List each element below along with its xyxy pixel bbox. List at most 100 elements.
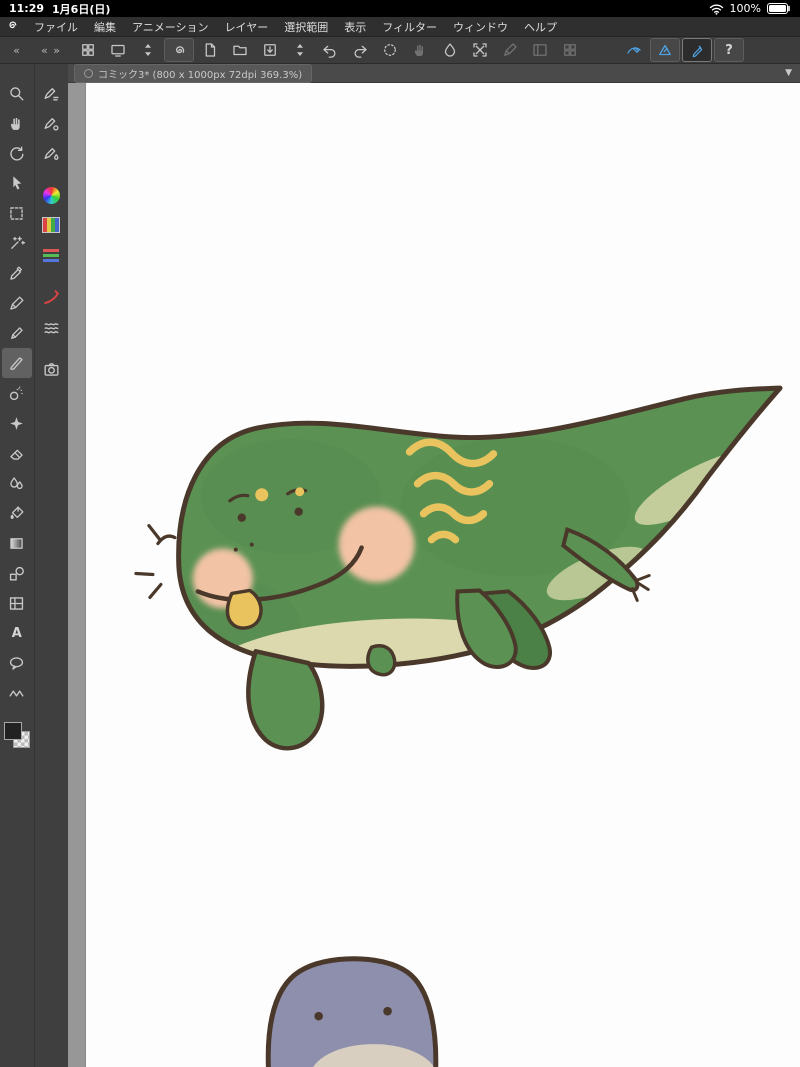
bluepen-icon xyxy=(688,41,706,59)
pressure-pen-button[interactable] xyxy=(682,38,712,62)
tool-column: A xyxy=(0,64,35,1067)
color-wheel-button[interactable] xyxy=(36,180,66,210)
belly-fin xyxy=(366,643,397,677)
eyedropper-button[interactable] xyxy=(2,258,32,288)
menu-item-1[interactable]: 編集 xyxy=(86,19,124,35)
main-color-swatch[interactable] xyxy=(3,722,22,740)
eraser-tool-button[interactable] xyxy=(2,438,32,468)
menu-item-4[interactable]: 選択範囲 xyxy=(276,19,336,35)
line-stabilize-button[interactable] xyxy=(620,39,648,61)
line-correction-tool-button[interactable] xyxy=(2,678,32,708)
color-set-button[interactable] xyxy=(36,210,66,240)
undo-button[interactable] xyxy=(316,39,344,61)
left-eye xyxy=(237,513,246,522)
nostril-left xyxy=(233,547,238,552)
subtool-pen-lines-button[interactable] xyxy=(36,78,66,108)
gradient-tool-button[interactable] xyxy=(2,528,32,558)
menu-item-5[interactable]: 表示 xyxy=(336,19,374,35)
stroke-brush-button[interactable] xyxy=(36,282,66,312)
open-file-button[interactable] xyxy=(226,39,254,61)
clip-studio-logo-icon[interactable] xyxy=(0,19,26,34)
airbrush-tool-button[interactable] xyxy=(2,378,32,408)
grid-icon xyxy=(561,41,579,59)
operation-button[interactable] xyxy=(2,168,32,198)
collapse-tool-column-button[interactable]: « xyxy=(0,44,34,57)
move-layer-button[interactable] xyxy=(406,39,434,61)
status-bar: 11:29 1月6日(日) 100% xyxy=(0,0,800,17)
canvas-tab[interactable]: コミック3* (800 x 1000px 72dpi 369.3%) xyxy=(74,63,313,83)
menu-item-0[interactable]: ファイル xyxy=(26,19,86,35)
menu-item-6[interactable]: フィルター xyxy=(374,19,445,35)
camera-icon xyxy=(42,360,61,379)
menu-item-7[interactable]: ウィンドウ xyxy=(445,19,516,35)
auto-select-button[interactable] xyxy=(2,228,32,258)
canvas-artwork[interactable] xyxy=(86,83,800,1067)
zoom-button[interactable] xyxy=(2,78,32,108)
import-icon xyxy=(261,41,279,59)
creature2-right-eye xyxy=(383,1006,392,1016)
pen-tool-button[interactable] xyxy=(2,288,32,318)
new-page-button[interactable] xyxy=(196,39,224,61)
touch-gesture-button[interactable] xyxy=(164,38,194,62)
redo-button[interactable] xyxy=(346,39,374,61)
display-mode-button[interactable] xyxy=(104,39,132,61)
pan-button[interactable] xyxy=(2,108,32,138)
canvas-page[interactable] xyxy=(85,83,800,1067)
canvas-tab-label: コミック3* (800 x 1000px 72dpi 369.3%) xyxy=(98,69,303,81)
menu-items: ファイル 編集 アニメーション レイヤー 選択範囲 表示 フィルター ウィンドウ ヘルプ xyxy=(26,19,565,35)
canvas-viewport[interactable] xyxy=(68,83,800,1067)
deselect-button[interactable] xyxy=(376,39,404,61)
color-sliders-button[interactable] xyxy=(36,240,66,270)
folder-icon xyxy=(231,41,249,59)
spiral-icon xyxy=(170,41,188,59)
figure-icon xyxy=(7,564,26,583)
brush-strokes-button[interactable] xyxy=(36,312,66,342)
tab-bar-menu-caret-icon[interactable]: ▼ xyxy=(785,68,794,78)
taper-pen-button[interactable] xyxy=(650,38,680,62)
brush-tool-button[interactable] xyxy=(1,348,32,378)
menu-bar: ファイル 編集 アニメーション レイヤー 選択範囲 表示 フィルター ウィンドウ ヘルプ xyxy=(0,17,800,37)
yellow-spot-large xyxy=(255,488,269,502)
clock-time: 11:29 xyxy=(9,2,45,15)
workspace-layout-button[interactable] xyxy=(74,39,102,61)
stepper-icon xyxy=(139,41,157,59)
layer-stepper-button[interactable] xyxy=(286,39,314,61)
snap-panel-button[interactable] xyxy=(526,39,554,61)
app-window: 11:29 1月6日(日) 100% ファイル 編集 アニメーション レイヤー 選択範囲… xyxy=(0,0,800,1067)
frame-border-tool-button[interactable] xyxy=(2,588,32,618)
help-glyph-icon: ? xyxy=(725,42,733,58)
tab-status-dot-icon xyxy=(84,68,93,78)
stepper-icon xyxy=(291,41,309,59)
menu-item-8[interactable]: ヘルプ xyxy=(516,19,565,35)
zigzag-icon xyxy=(7,684,26,703)
import-image-button[interactable] xyxy=(256,39,284,61)
wifi-icon xyxy=(709,4,723,15)
zoom-icon xyxy=(7,84,26,103)
decoration-tool-button[interactable] xyxy=(2,408,32,438)
collapse-subtool-column-button[interactable]: « » xyxy=(34,44,68,57)
current-color-indicator[interactable] xyxy=(3,722,30,748)
fill-tool-button[interactable] xyxy=(2,498,32,528)
capture-camera-button[interactable] xyxy=(36,354,66,384)
fill-enclosed-button[interactable] xyxy=(436,39,464,61)
rotate-canvas-button[interactable] xyxy=(2,138,32,168)
text-tool-button[interactable]: A xyxy=(2,618,32,648)
snap-pen-button[interactable] xyxy=(496,39,524,61)
figure-tool-button[interactable] xyxy=(2,558,32,588)
transform-button[interactable] xyxy=(466,39,494,61)
subtool-pen-settings-button[interactable] xyxy=(36,108,66,138)
subtool-pen-ink-button[interactable] xyxy=(36,138,66,168)
blend-tool-button[interactable] xyxy=(2,468,32,498)
selection-button[interactable] xyxy=(2,198,32,228)
menu-item-3[interactable]: レイヤー xyxy=(217,19,277,35)
menu-item-2[interactable]: アニメーション xyxy=(124,19,217,35)
sliders-icon xyxy=(43,248,60,262)
size-stepper-button[interactable] xyxy=(134,39,162,61)
display-icon xyxy=(109,41,127,59)
help-button[interactable]: ? xyxy=(714,38,744,62)
balloon-tool-button[interactable] xyxy=(2,648,32,678)
battery-percent: 100% xyxy=(729,2,761,15)
pencil-icon xyxy=(7,324,26,343)
pencil-tool-button[interactable] xyxy=(2,318,32,348)
snap-grid-button[interactable] xyxy=(556,39,584,61)
